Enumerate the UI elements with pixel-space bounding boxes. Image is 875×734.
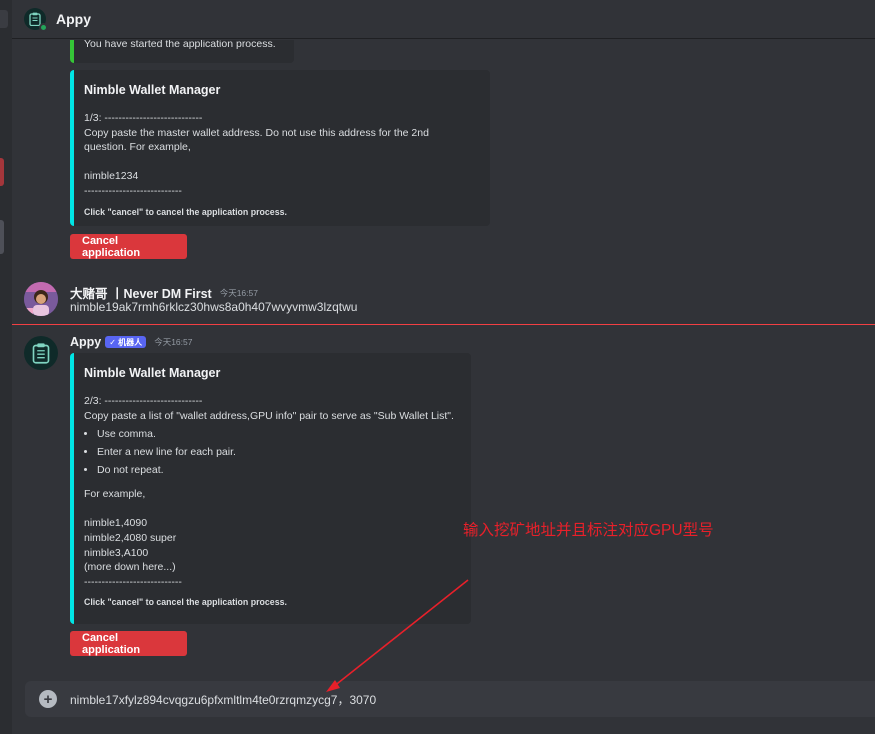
wallet-manager-embed-2: Nimble Wallet Manager 2/3: -------------… — [70, 353, 471, 624]
user-message-timestamp: 今天16:57 — [219, 287, 258, 298]
annotation-text: 输入挖矿地址并且标注对应GPU型号 — [463, 522, 714, 539]
message-list[interactable]: You have started the application process… — [12, 40, 875, 665]
embed-body: 1/3: ---------------------------- Copy p… — [84, 112, 429, 197]
embed-title: Nimble Wallet Manager — [84, 366, 221, 380]
channel-header: Appy — [12, 0, 875, 39]
message-composer[interactable]: + nimble17xfylz894cvqgzu6pfxmltlm4te0rzr… — [25, 681, 875, 717]
bot-message-timestamp: 今天16:57 — [154, 337, 193, 347]
new-messages-divider — [12, 324, 875, 325]
cancel-application-button[interactable]: Cancel application — [70, 234, 187, 259]
user-avatar-image — [24, 282, 58, 316]
sidebar-item[interactable] — [0, 10, 8, 28]
status-embed-text: You have started the application process… — [84, 40, 276, 50]
bot-author-line: Appy ✓ 机器人 今天16:57 — [70, 335, 192, 349]
embed-examples: For example, nimble1,4090 nimble2,4080 s… — [84, 488, 182, 588]
user-message-text: nimble19ak7rmh6rklcz30hws8a0h407wvyvmw3l… — [70, 300, 358, 314]
user-avatar[interactable] — [24, 282, 58, 316]
wallet-manager-embed-1: Nimble Wallet Manager 1/3: -------------… — [70, 70, 490, 226]
server-sidebar-strip — [0, 0, 12, 734]
message-input[interactable]: nimble17xfylz894cvqgzu6pfxmltlm4te0rzrqm… — [70, 691, 376, 708]
embed-footer: Click "cancel" to cancel the application… — [84, 597, 287, 608]
embed-rules-list: Use comma. Enter a new line for each pai… — [97, 425, 459, 479]
header-title: Appy — [56, 11, 91, 27]
clipboard-icon — [32, 343, 50, 364]
online-status-icon — [39, 23, 48, 32]
list-item: Do not repeat. — [97, 461, 459, 479]
list-item: Enter a new line for each pair. — [97, 443, 459, 461]
sidebar-item[interactable] — [0, 220, 4, 254]
appy-message-avatar[interactable] — [24, 336, 58, 370]
attach-plus-icon[interactable]: + — [39, 690, 57, 708]
list-item: Use comma. — [97, 425, 459, 443]
status-embed: You have started the application process… — [70, 40, 294, 63]
bot-tag-badge: ✓ 机器人 — [105, 336, 147, 348]
appy-avatar[interactable] — [24, 8, 48, 32]
embed-intro: 2/3: ---------------------------- Copy p… — [84, 395, 454, 422]
cancel-application-button[interactable]: Cancel application — [70, 631, 187, 656]
embed-footer: Click "cancel" to cancel the application… — [84, 206, 287, 217]
sidebar-unread-indicator[interactable] — [0, 158, 4, 186]
bot-author-name[interactable]: Appy — [70, 335, 101, 349]
embed-title: Nimble Wallet Manager — [84, 83, 221, 97]
